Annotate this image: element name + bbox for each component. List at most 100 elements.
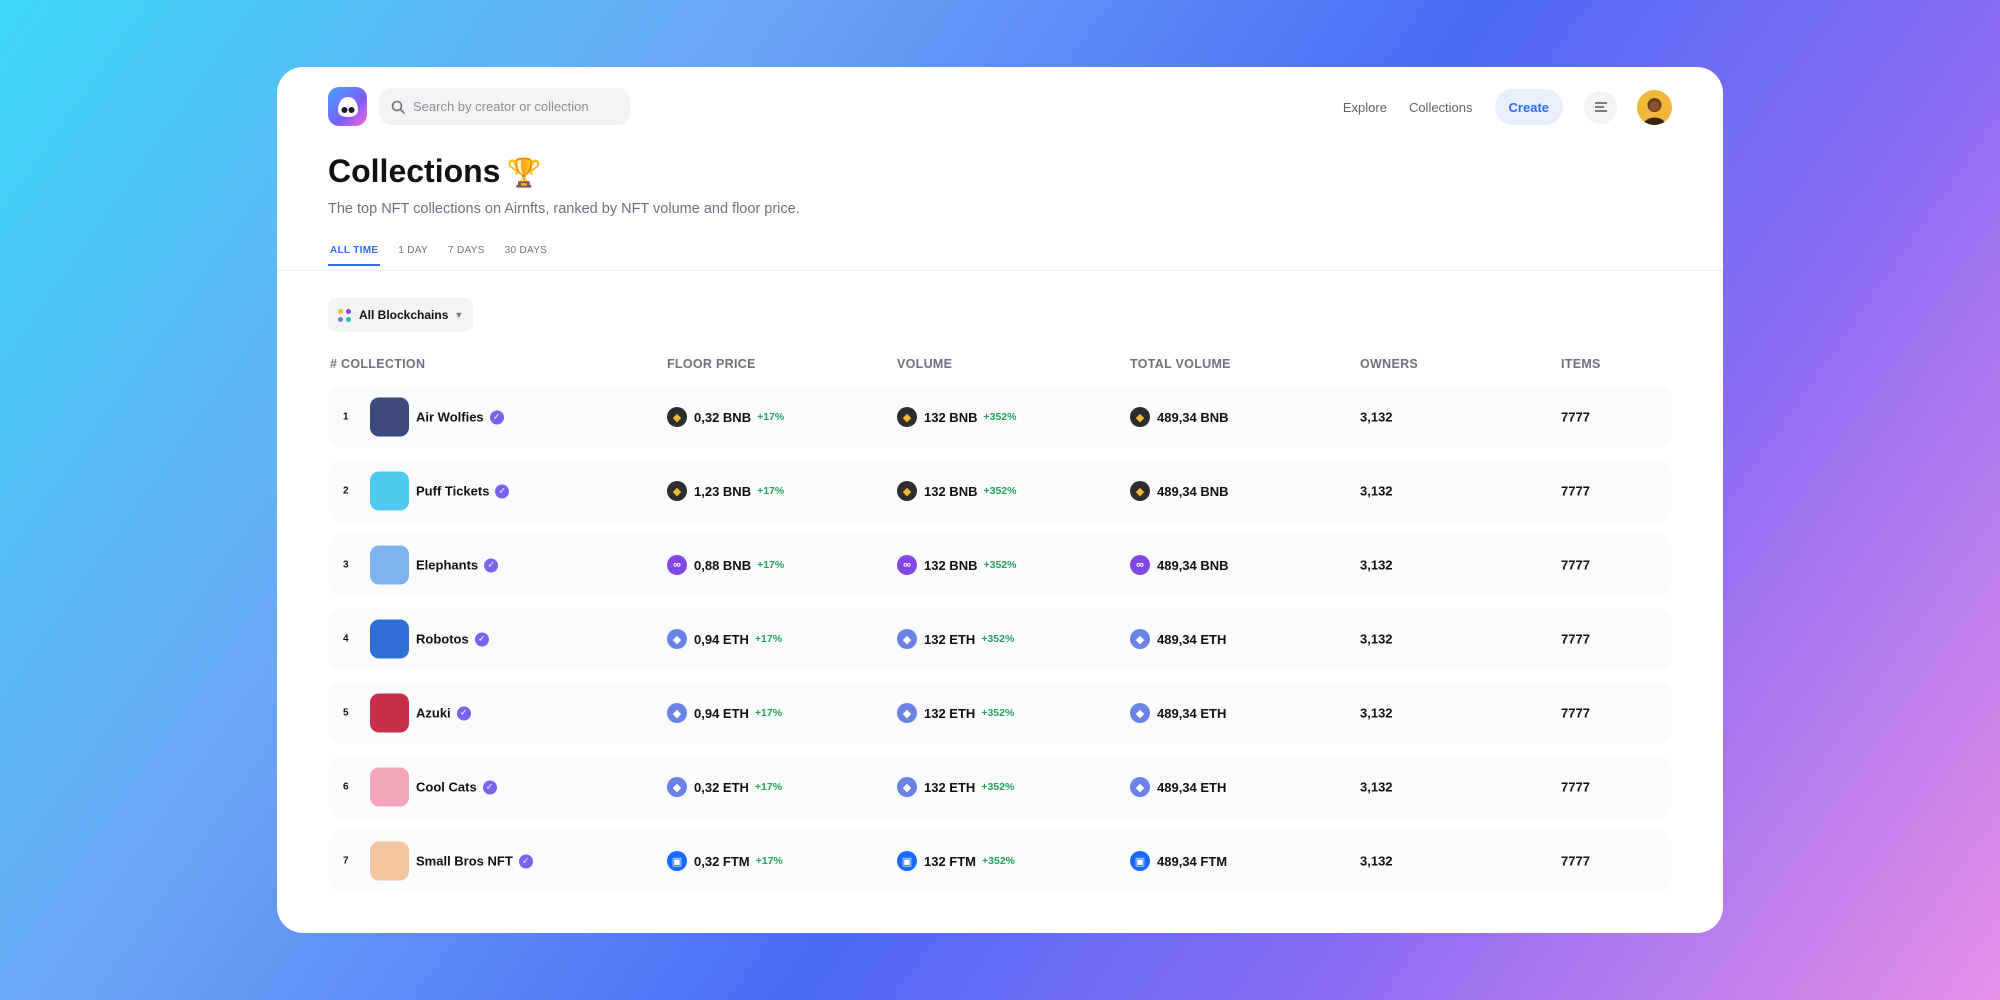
row-rank: 3 [343,559,349,571]
bnb-coin-icon: ◆ [667,407,687,427]
airnfts-logo[interactable] [328,87,367,126]
verified-badge-icon: ✓ [456,706,471,720]
row-rank: 5 [343,707,349,719]
trophy-icon: 🏆 [506,157,542,188]
floor-price-value: 0,88 BNB [694,557,752,573]
collection-thumbnail[interactable] [370,471,409,511]
verified-badge-icon: ✓ [518,854,533,868]
menu-button[interactable] [1584,90,1617,124]
collection-thumbnail[interactable] [370,841,409,881]
total-volume-value: 489,34 BNB [1157,409,1229,425]
floor-price-change: +17% [755,855,783,867]
eth-coin-icon: ◆ [897,777,917,797]
floor-price-cell: ◆ 0,32 BNB +17% [667,407,784,427]
collection-thumbnail[interactable] [370,545,409,585]
collection-name[interactable]: Air Wolfies ✓ [416,410,504,425]
tab-all-time[interactable]: ALL TIME [328,245,381,266]
tab-7-days[interactable]: 7 DAYS [446,245,487,266]
main-nav: Explore Collections Create [1343,87,1672,127]
items-value: 7777 [1561,631,1590,647]
owners-value: 3,132 [1360,483,1393,499]
total-volume-value: 489,34 BNB [1157,483,1229,499]
floor-price-value: 0,32 BNB [694,409,752,425]
volume-value: 132 BNB [924,483,978,499]
collection-name[interactable]: Small Bros NFT ✓ [416,854,533,869]
volume-cell: ◆ 132 ETH +352% [897,703,1014,723]
volume-change: +352% [983,559,1017,571]
chevron-down-icon: ▼ [454,310,464,320]
collection-thumbnail[interactable] [370,619,409,659]
collection-name-text: Air Wolfies [416,409,484,425]
table-row[interactable]: 3 Elephants ✓ ∞ 0,88 BNB +17% ∞ 132 BNB +352% ∞ 48… [328,534,1672,596]
header-volume[interactable]: VOLUME [897,357,952,371]
row-rank: 7 [343,855,349,867]
verified-badge-icon: ✓ [482,780,497,794]
collection-name[interactable]: Cool Cats ✓ [416,780,497,795]
owners-value: 3,132 [1360,409,1393,425]
floor-price-value: 0,94 ETH [694,631,749,647]
tab-30-days[interactable]: 30 DAYS [503,245,550,266]
header-owners[interactable]: OWNERS [1360,357,1418,371]
volume-value: 132 BNB [924,409,978,425]
page-title-text: Collections [328,153,501,189]
verified-badge-icon: ✓ [495,484,510,498]
volume-cell: ◆ 132 ETH +352% [897,777,1014,797]
floor-price-value: 0,32 FTM [694,853,750,869]
table-row[interactable]: 5 Azuki ✓ ◆ 0,94 ETH +17% ◆ 132 ETH +352% ◆ 489,34… [328,682,1672,744]
floor-price-change: +17% [757,559,785,571]
polygon-coin-icon: ∞ [667,555,687,575]
items-value: 7777 [1561,409,1590,425]
eth-coin-icon: ◆ [1130,777,1150,797]
collection-name-text: Cool Cats [416,779,477,795]
floor-price-cell: ▣ 0,32 FTM +17% [667,851,783,871]
create-button[interactable]: Create [1494,89,1563,125]
tab-1-day[interactable]: 1 DAY [396,245,430,266]
blockchain-filter-label: All Blockchains [359,308,449,322]
collection-name[interactable]: Puff Tickets ✓ [416,483,510,499]
bnb-coin-icon: ◆ [897,481,917,501]
header-items[interactable]: ITEMS [1561,357,1601,371]
total-volume-cell: ◆ 489,34 ETH [1130,777,1226,797]
polygon-coin-icon: ∞ [897,555,917,575]
eth-coin-icon: ◆ [667,703,687,723]
header-collection[interactable]: # COLLECTION [330,357,425,371]
total-volume-cell: ◆ 489,34 BNB [1130,407,1229,427]
items-value: 7777 [1561,557,1590,573]
top-bar: Explore Collections Create [328,87,1672,127]
collection-name-text: Puff Tickets [416,483,490,499]
row-rank: 6 [343,781,349,793]
volume-change: +352% [983,485,1017,497]
search-input[interactable] [413,99,613,114]
search-bar[interactable] [379,88,630,125]
table-row[interactable]: 1 Air Wolfies ✓ ◆ 0,32 BNB +17% ◆ 132 BNB +352% ◆… [328,386,1672,448]
collection-thumbnail[interactable] [370,693,409,733]
eth-coin-icon: ◆ [667,629,687,649]
verified-badge-icon: ✓ [484,558,499,572]
table-row[interactable]: 7 Small Bros NFT ✓ ▣ 0,32 FTM +17% ▣ 132 FTM +35… [328,830,1672,892]
volume-change: +352% [981,781,1015,793]
table-row[interactable]: 4 Robotos ✓ ◆ 0,94 ETH +17% ◆ 132 ETH +352% ◆ 489,… [328,608,1672,670]
volume-value: 132 ETH [924,631,976,647]
collection-name[interactable]: Azuki ✓ [416,706,471,721]
volume-cell: ◆ 132 BNB +352% [897,481,1016,501]
header-floor-price[interactable]: FLOOR PRICE [667,357,756,371]
header-total-volume[interactable]: TOTAL VOLUME [1130,357,1231,371]
collection-name[interactable]: Robotos ✓ [416,632,489,647]
blockchain-filter-dropdown[interactable]: All Blockchains ▼ [328,298,474,332]
floor-price-cell: ∞ 0,88 BNB +17% [667,555,784,575]
table-row[interactable]: 2 Puff Tickets ✓ ◆ 1,23 BNB +17% ◆ 132 BNB +352%… [328,460,1672,522]
nav-collections[interactable]: Collections [1409,100,1473,115]
total-volume-cell: ◆ 489,34 BNB [1130,481,1229,501]
table-row[interactable]: 6 Cool Cats ✓ ◆ 0,32 ETH +17% ◆ 132 ETH +352% ◆ 48… [328,756,1672,818]
collection-thumbnail[interactable] [370,397,409,437]
total-volume-value: 489,34 ETH [1157,779,1227,795]
nav-explore[interactable]: Explore [1343,100,1387,115]
collection-name[interactable]: Elephants ✓ [416,558,499,573]
owners-value: 3,132 [1360,779,1393,795]
owners-value: 3,132 [1360,853,1393,869]
user-avatar[interactable] [1637,89,1672,125]
tabs-divider [277,270,1723,271]
collection-thumbnail[interactable] [370,767,409,807]
total-volume-cell: ◆ 489,34 ETH [1130,629,1226,649]
total-volume-value: 489,34 FTM [1157,853,1228,869]
